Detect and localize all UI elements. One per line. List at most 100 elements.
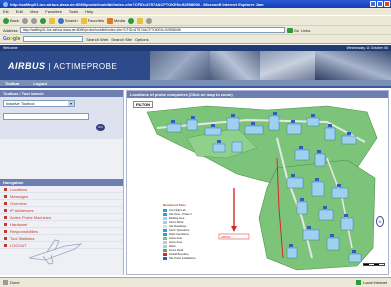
print-button[interactable] — [145, 17, 152, 24]
bullet-icon — [4, 187, 7, 191]
bullet-icon — [4, 208, 7, 212]
legend-swatch — [163, 252, 167, 256]
legend-label: Storm Operations — [169, 228, 190, 232]
history-button[interactable] — [127, 17, 134, 24]
refresh-icon — [39, 17, 46, 24]
home-button[interactable] — [48, 17, 55, 24]
bullet-icon — [4, 194, 7, 198]
site-logo: AIRBUS | ACTIMEPROBE — [8, 61, 117, 71]
banner-photo-aircraft — [150, 51, 210, 80]
google-toolbar: Google Search Web Search Site Options — [0, 34, 391, 44]
legend-swatch — [163, 216, 167, 220]
menu-help[interactable]: Help — [85, 9, 93, 14]
star-icon — [80, 17, 87, 24]
site-name-label: FILTON — [133, 101, 154, 108]
forward-button[interactable] — [21, 17, 28, 24]
nav-item-locations[interactable]: Locations — [0, 186, 123, 193]
bullet-icon — [4, 243, 7, 247]
media-icon — [107, 17, 114, 24]
menu-tools[interactable]: Tools — [69, 9, 78, 14]
zone-text: Local intranet — [362, 280, 387, 285]
search-go-button[interactable]: GO — [96, 124, 105, 131]
nav-item-active-probe-machines[interactable]: Active Probe Machines — [0, 214, 123, 221]
legend-label: Site Roadways — [169, 224, 187, 228]
toolbox-select[interactable]: Inactive Toolbox ▾ — [3, 100, 75, 107]
google-search-site-button[interactable]: Search Site — [111, 37, 132, 42]
status-text: Done — [10, 280, 20, 285]
nav-item-label: Messages — [10, 193, 29, 199]
mail-icon — [136, 17, 143, 24]
banner-photo-plane — [315, 51, 391, 80]
status-bar: Done Local intranet — [0, 277, 391, 287]
nav-item-messages[interactable]: Messages — [0, 193, 123, 200]
go-button[interactable]: Go — [286, 27, 299, 33]
nav-item-label: Responsibilities — [10, 228, 38, 234]
stop-icon — [30, 17, 37, 24]
menu-favorites[interactable]: Favorites — [45, 9, 61, 14]
menu-view[interactable]: View — [30, 9, 39, 14]
legend-label: Actr Flight Lab — [169, 208, 186, 212]
legend-label: Airfield Boundary — [169, 252, 189, 256]
media-label: Media — [114, 18, 125, 23]
nav-item-responsibilities[interactable]: Responsibilities — [0, 228, 123, 235]
legend-swatch — [163, 244, 167, 248]
nav-item-overview[interactable]: Overview — [0, 200, 123, 207]
legend-heading: Numbered Sites — [163, 203, 186, 207]
nav-item-label: Active Probe Machines — [10, 214, 51, 220]
legend-label: Building Area — [169, 216, 185, 220]
favorites-label: Favorites — [87, 18, 105, 23]
favorites-button[interactable]: Favorites — [80, 17, 105, 24]
browser-toolbar: Back Search Favorites Media — [0, 15, 391, 25]
google-options-button[interactable]: Options — [135, 37, 149, 42]
nav-item-ip-addresses[interactable]: IP Addresses — [0, 207, 123, 214]
legend-label: Fence Road — [169, 248, 184, 252]
search-button[interactable]: Search — [57, 17, 78, 24]
search-icon — [57, 17, 64, 24]
home-icon — [48, 17, 55, 24]
bullet-icon — [4, 215, 7, 219]
google-search-web-button[interactable]: Search Web — [86, 37, 108, 42]
nav-item-hardware[interactable]: Hardware — [0, 221, 123, 228]
close-button[interactable] — [384, 1, 390, 7]
legend-label: Site Probe Installations — [169, 256, 196, 260]
legend-swatch — [163, 248, 167, 252]
legend-swatch — [163, 236, 167, 240]
navigation-heading: Navigation — [0, 179, 123, 186]
address-input[interactable]: http://sa8fnp01.toe.airbus.dasa.de:8080/… — [19, 27, 285, 33]
site-banner: AIRBUS | ACTIMEPROBE — [0, 51, 391, 80]
legend-swatch — [163, 212, 167, 216]
links-label[interactable]: Links — [301, 28, 310, 33]
grass-area-south — [258, 159, 376, 271]
status-right: Local intranet — [355, 280, 387, 285]
media-button[interactable]: Media — [107, 17, 125, 24]
chevron-down-icon: ▾ — [68, 101, 74, 106]
refresh-button[interactable] — [39, 17, 46, 24]
minimize-button[interactable] — [370, 1, 376, 7]
legend-label: Water — [169, 244, 176, 248]
address-label: Address — [3, 27, 18, 33]
stop-button[interactable] — [30, 17, 37, 24]
bullet-icon — [4, 222, 7, 226]
map-legend: Numbered Sites Actr Flight Lab Site Zone… — [163, 203, 211, 260]
search-label: Search — [64, 18, 78, 23]
legend-label: Site Zone - Phase 1 — [169, 212, 192, 216]
google-logo: Google — [3, 36, 21, 42]
tool-search-box: Inactive Toolbox ▾ GO — [0, 97, 123, 139]
legend-label: Apron Area — [169, 240, 182, 244]
mail-button[interactable] — [136, 17, 143, 24]
banner-photo-office — [260, 51, 315, 80]
nav-logout-link[interactable]: Logout — [33, 81, 47, 86]
tool-search-input[interactable] — [3, 113, 89, 120]
window-title: http://sa8fnp01.toe.airbus.dasa.de:8080/… — [10, 1, 264, 7]
ie-icon — [3, 1, 8, 7]
maximize-button[interactable] — [377, 1, 383, 7]
window-titlebar: http://sa8fnp01.toe.airbus.dasa.de:8080/… — [0, 0, 391, 8]
nav-toolbar-link[interactable]: Toolbar — [5, 81, 19, 86]
back-arrow-icon — [3, 17, 9, 24]
back-button[interactable]: Back — [3, 17, 19, 24]
menu-edit[interactable]: Edit — [16, 9, 23, 14]
legend-swatch — [163, 256, 167, 260]
google-search-input[interactable] — [23, 36, 84, 42]
go-arrow-icon — [286, 27, 293, 33]
menu-file[interactable]: Ele — [3, 9, 9, 14]
